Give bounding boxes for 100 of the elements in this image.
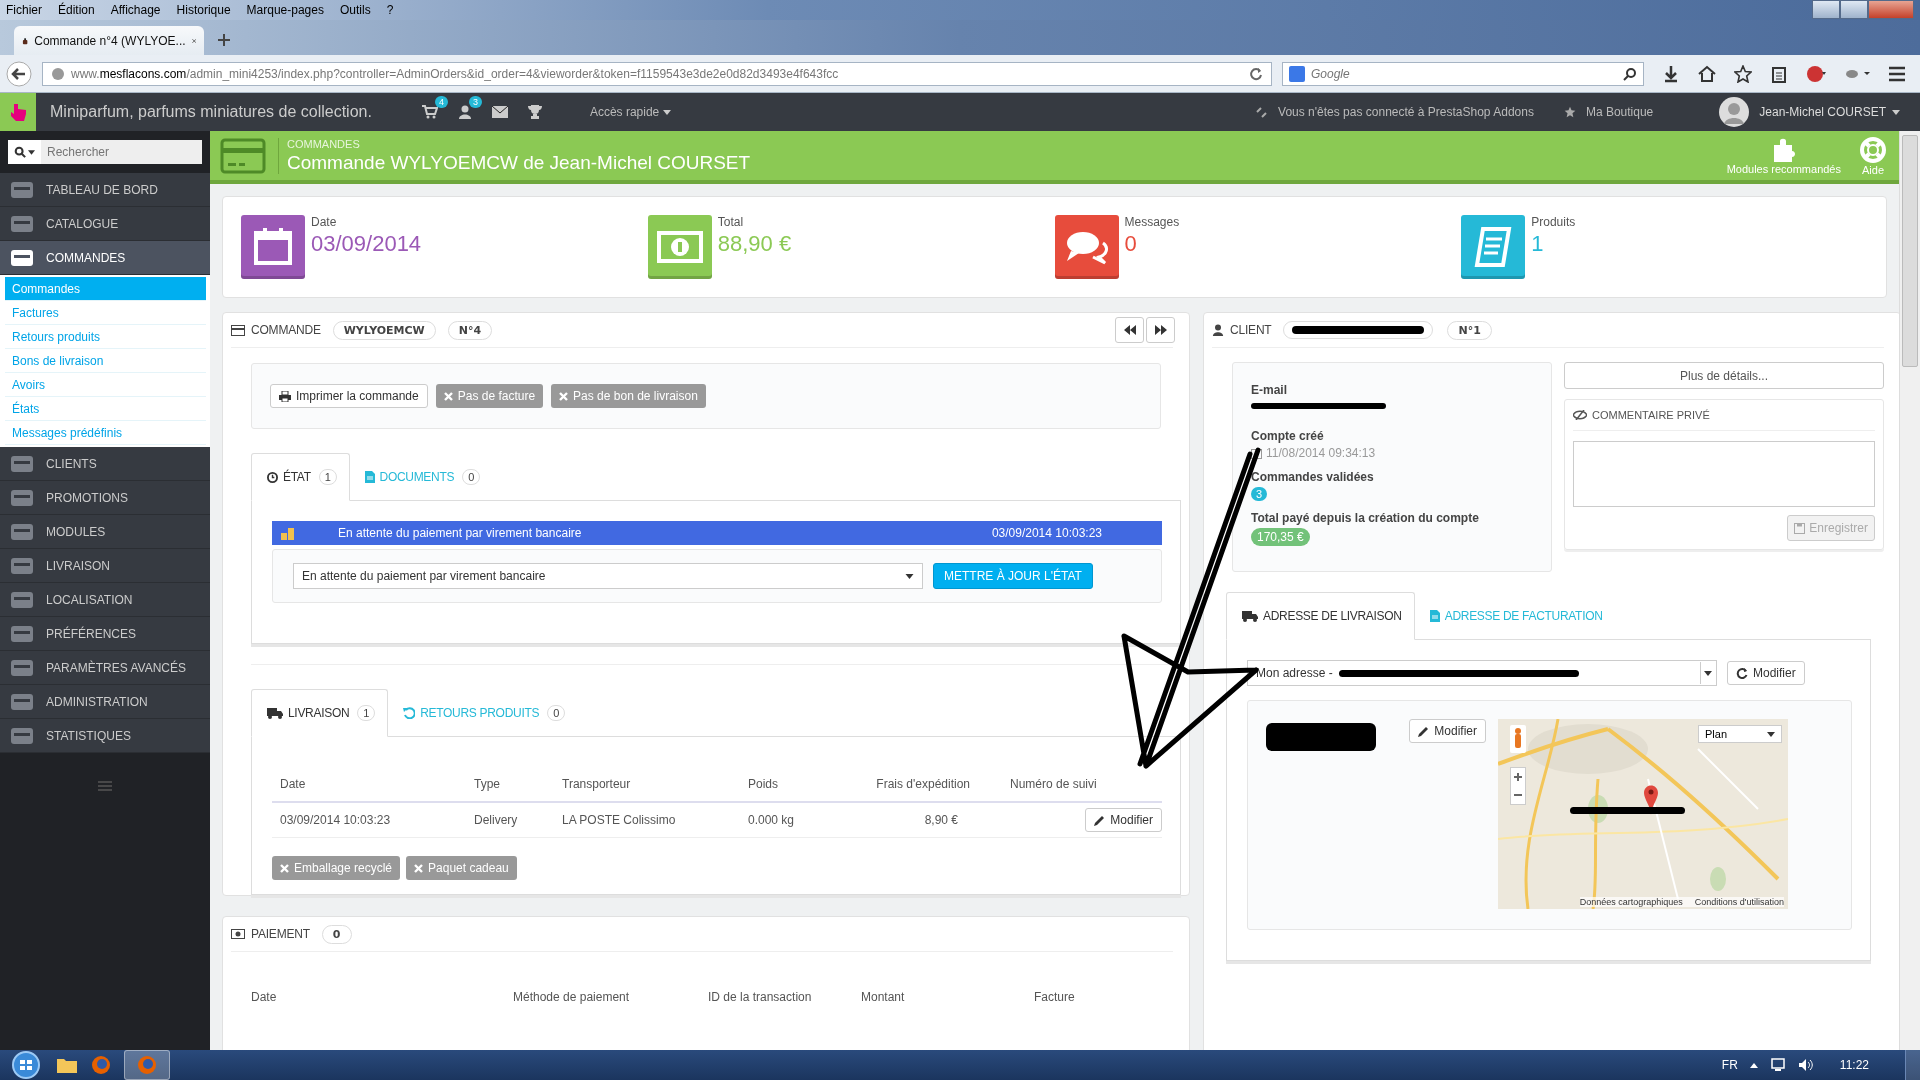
map-attribution-link[interactable]: Conditions d'utilisation bbox=[1694, 897, 1784, 907]
speaker-icon[interactable] bbox=[1797, 1058, 1814, 1072]
sidebar-item[interactable]: TABLEAU DE BORD bbox=[0, 173, 210, 207]
map-type-select[interactable]: Plan bbox=[1698, 725, 1782, 743]
scrollbar[interactable] bbox=[1899, 131, 1920, 1050]
caret-icon bbox=[1704, 670, 1712, 676]
clipboard-icon[interactable] bbox=[1770, 64, 1788, 83]
search-icon[interactable] bbox=[1623, 66, 1637, 81]
kpi-value: 88,90 € bbox=[717, 231, 792, 257]
sidebar-item[interactable]: CLIENTS bbox=[0, 447, 210, 481]
address-bar[interactable]: www.mesflacons.com/admin_mini4253/index.php?controller=AdminOrders&id_order=4&vieworder&token=f1159543e3de2e0d82d3493e4f643fcc bbox=[42, 61, 1272, 86]
user-icon bbox=[1212, 324, 1224, 336]
tab[interactable]: RETOURS PRODUITS 0 bbox=[388, 690, 577, 736]
search-box[interactable]: Google bbox=[1282, 61, 1644, 86]
tab[interactable]: ADRESSE DE LIVRAISON bbox=[1226, 592, 1415, 640]
previous-button[interactable] bbox=[1115, 317, 1144, 343]
comment-field[interactable] bbox=[1573, 441, 1875, 507]
browser-tab[interactable]: Commande n°4 (WYLYOE... bbox=[14, 26, 204, 55]
truck-icon bbox=[1242, 610, 1258, 622]
trophy-icon[interactable] bbox=[527, 105, 542, 119]
caret-icon[interactable] bbox=[28, 149, 35, 155]
menu-item[interactable]: Affichage bbox=[108, 3, 163, 17]
tab[interactable]: DOCUMENTS 0 bbox=[349, 454, 492, 500]
sidebar-item[interactable]: MODULES bbox=[0, 515, 210, 549]
avatar-icon[interactable] bbox=[1719, 97, 1750, 127]
user-menu[interactable]: Jean-Michel COURSET bbox=[1759, 105, 1900, 119]
action-button[interactable]: Imprimer la commande bbox=[270, 384, 428, 408]
pegman-icon[interactable] bbox=[1510, 725, 1526, 753]
eye-slash-icon bbox=[1573, 410, 1587, 420]
search-icon[interactable] bbox=[14, 146, 26, 158]
window-controls[interactable] bbox=[1812, 0, 1914, 18]
sidebar-item[interactable]: PRÉFÉRENCES bbox=[0, 617, 210, 651]
count-badge: 3 bbox=[1251, 487, 1268, 501]
cross-icon bbox=[280, 863, 289, 873]
zoom-control[interactable] bbox=[1510, 767, 1526, 805]
sidebar-item[interactable]: COMMANDES bbox=[0, 241, 210, 275]
sidebar-item[interactable]: LIVRAISON bbox=[0, 549, 210, 583]
kpi-label: Total bbox=[717, 215, 745, 229]
details-button[interactable]: Plus de détails... bbox=[1564, 362, 1884, 389]
menu-item[interactable]: Outils bbox=[337, 3, 373, 17]
edit-button[interactable]: Modifier bbox=[1409, 719, 1486, 743]
caret-icon[interactable] bbox=[1749, 1062, 1758, 1068]
clock[interactable]: 11:22 bbox=[1839, 1058, 1869, 1072]
field-label: Compte créé bbox=[1251, 429, 1324, 443]
shop-name[interactable]: Miniparfum, parfums miniatures de collection. bbox=[50, 103, 372, 121]
caret-icon bbox=[1767, 731, 1775, 737]
stop-sign-icon[interactable] bbox=[1806, 64, 1826, 83]
panel-title: PAIEMENT bbox=[251, 927, 310, 941]
download-icon[interactable] bbox=[1662, 64, 1680, 83]
addons-link[interactable]: Vous n'êtes pas connecté à PrestaShop Addons bbox=[1278, 105, 1534, 119]
status-select[interactable]: En attente du paiement par virement bancaire bbox=[293, 563, 923, 589]
cross-icon bbox=[559, 391, 569, 401]
map-attribution-link[interactable]: Données cartographiques bbox=[1579, 897, 1683, 907]
undo-icon bbox=[403, 707, 416, 719]
sidebar-item[interactable]: LOCALISATION bbox=[0, 583, 210, 617]
cross-icon bbox=[443, 391, 453, 401]
fox-icon[interactable] bbox=[90, 1054, 112, 1076]
column-header: Transporteur bbox=[562, 777, 632, 791]
tab[interactable]: LIVRAISON 1 bbox=[251, 689, 389, 737]
table-cell-text: Delivery bbox=[474, 813, 519, 827]
home-icon[interactable] bbox=[1698, 64, 1716, 83]
language-indicator[interactable]: FR bbox=[1721, 1058, 1738, 1072]
kpi-value: 03/09/2014 bbox=[311, 231, 422, 257]
change-address-button[interactable]: Modifier bbox=[1727, 661, 1805, 685]
edit-button[interactable]: Modifier bbox=[1085, 808, 1162, 832]
column-header: Type bbox=[474, 777, 501, 791]
quick-access-menu[interactable]: Accès rapide bbox=[589, 105, 672, 119]
menu-item[interactable]: Historique bbox=[174, 3, 233, 17]
cart-icon[interactable] bbox=[421, 105, 438, 119]
star-icon[interactable] bbox=[1734, 64, 1752, 83]
menu-item[interactable]: ? bbox=[384, 3, 396, 17]
new-tab-icon[interactable] bbox=[218, 34, 230, 46]
menu-icon[interactable] bbox=[1888, 65, 1906, 82]
sidebar-item[interactable]: PARAMÈTRES AVANCÉS bbox=[0, 651, 210, 685]
menu-item[interactable]: Fichier bbox=[4, 3, 44, 17]
printer-icon bbox=[279, 390, 291, 402]
back-icon[interactable] bbox=[6, 60, 32, 87]
menu-item[interactable]: Édition bbox=[56, 3, 97, 17]
shop-link[interactable]: Ma Boutique bbox=[1585, 105, 1654, 119]
user-icon[interactable] bbox=[457, 105, 472, 119]
reload-icon[interactable] bbox=[1249, 66, 1263, 81]
sidebar-item[interactable]: CATALOGUE bbox=[0, 207, 210, 241]
taskbar-button[interactable] bbox=[124, 1050, 170, 1080]
address-select[interactable]: Mon adresse - bbox=[1247, 660, 1717, 686]
sidebar-item[interactable]: PROMOTIONS bbox=[0, 481, 210, 515]
sidebar-item[interactable]: ADMINISTRATION bbox=[0, 685, 210, 719]
table-cell-text: LA POSTE Colissimo bbox=[562, 813, 677, 827]
floppy-icon bbox=[1794, 522, 1806, 534]
sidebar-item[interactable]: STATISTIQUES bbox=[0, 719, 210, 753]
tab[interactable]: ÉTAT 1 bbox=[251, 453, 350, 501]
folder-icon[interactable] bbox=[56, 1056, 78, 1074]
page-title: Commande WYLYOEMCW de Jean-Michel COURSET bbox=[287, 151, 751, 174]
menu-item[interactable]: Marque-pages bbox=[244, 3, 326, 17]
pencil-icon bbox=[1094, 814, 1106, 826]
next-button[interactable] bbox=[1146, 317, 1175, 343]
mail-icon[interactable] bbox=[491, 106, 508, 118]
network-icon[interactable] bbox=[1769, 1058, 1786, 1072]
rewind-icon bbox=[1123, 325, 1136, 335]
caret-icon bbox=[1892, 109, 1900, 115]
pencil-icon bbox=[1418, 725, 1430, 737]
